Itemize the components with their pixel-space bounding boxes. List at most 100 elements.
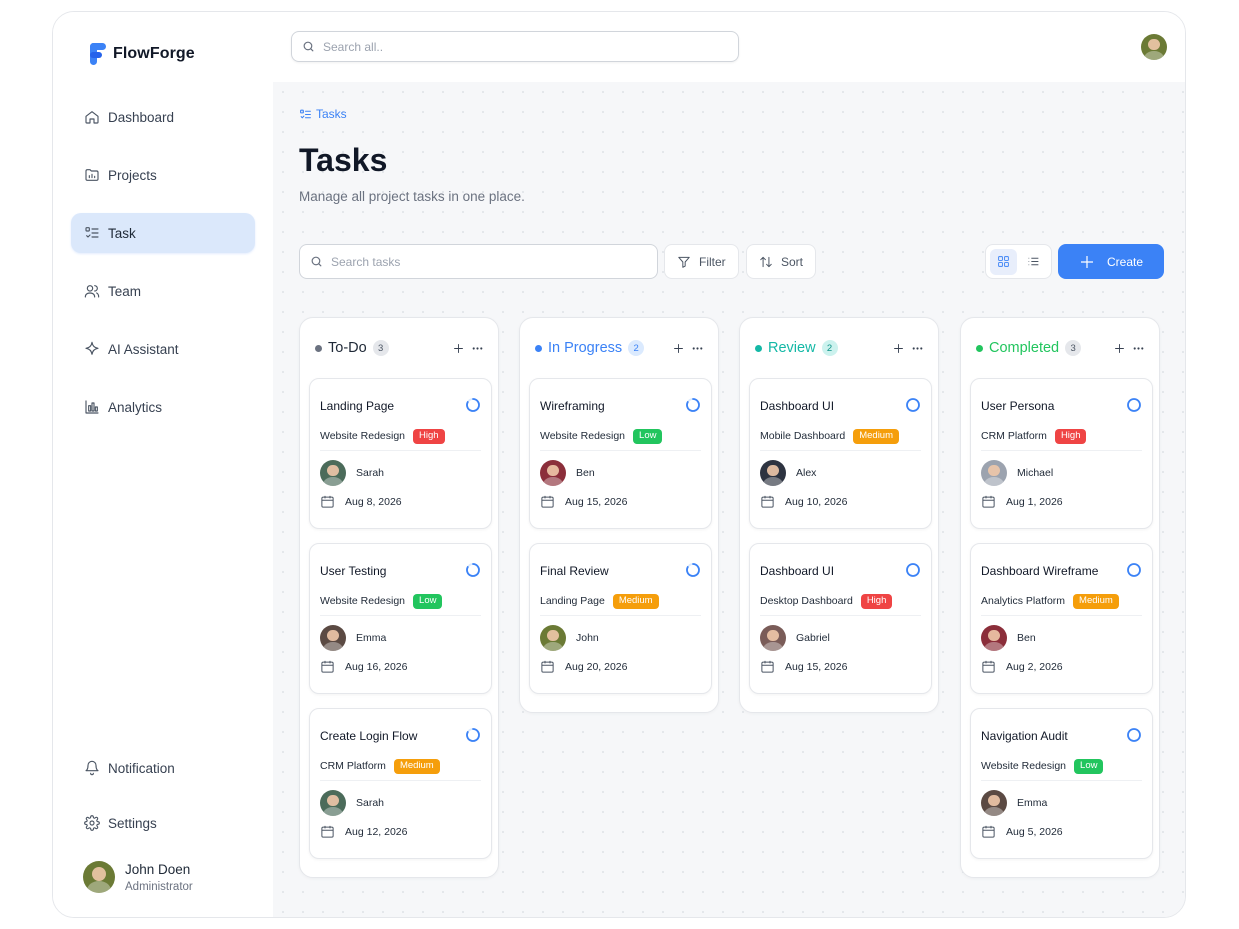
column-cards: Dashboard UI Mobile Dashboard Medium Alex Au…: [740, 378, 938, 712]
assignee-name: Emma: [356, 632, 387, 644]
in-progress-status-icon[interactable]: [465, 397, 481, 413]
brand[interactable]: FlowForge: [89, 42, 195, 66]
column-cards: Landing Page Website Redesign High Sarah Aug…: [300, 378, 498, 877]
task-assignee: Alex: [760, 460, 816, 486]
sidebar-nav: Dashboard Projects Task Team AI Assistan…: [71, 97, 255, 445]
sidebar-item-task[interactable]: Task: [71, 213, 255, 253]
column-status-dot: [535, 344, 542, 352]
task-card[interactable]: Dashboard UI Mobile Dashboard Medium Alex Au…: [749, 378, 932, 529]
sidebar-item-analytics[interactable]: Analytics: [71, 387, 255, 427]
in-progress-status-icon[interactable]: [685, 397, 701, 413]
task-title: Dashboard UI: [760, 564, 835, 578]
task-due-date: Aug 15, 2026: [760, 659, 847, 674]
task-project: Analytics Platform: [981, 595, 1066, 608]
task-card[interactable]: Navigation Audit Website Redesign Low Emma A…: [970, 708, 1153, 859]
task-card[interactable]: Final Review Landing Page Medium John Aug 20…: [529, 543, 712, 694]
user-name: John Doen: [125, 861, 191, 877]
sidebar-item-settings[interactable]: Settings: [71, 803, 255, 843]
add-task-icon[interactable]: [892, 342, 905, 355]
status-ring-icon[interactable]: [1126, 397, 1142, 413]
create-button[interactable]: Create: [1058, 244, 1164, 279]
more-options-icon[interactable]: [1132, 342, 1145, 355]
task-card[interactable]: Dashboard UI Desktop Dashboard High Gabriel…: [749, 543, 932, 694]
task-due-date: Aug 12, 2026: [320, 824, 407, 839]
status-ring-icon[interactable]: [1126, 727, 1142, 743]
status-ring-icon[interactable]: [905, 397, 921, 413]
in-progress-status-icon[interactable]: [685, 562, 701, 578]
add-task-icon[interactable]: [452, 342, 465, 355]
sidebar-item-team[interactable]: Team: [71, 271, 255, 311]
priority-badge: Medium: [612, 594, 659, 609]
avatar: [320, 625, 346, 651]
kanban-column-completed: Completed 3 User Persona CRM Platform High Mi…: [960, 317, 1160, 878]
task-due-date: Aug 2, 2026: [981, 659, 1063, 674]
sidebar-item-ai-assistant[interactable]: AI Assistant: [71, 329, 255, 369]
calendar-icon: [321, 495, 334, 508]
column-header: Completed 3: [961, 318, 1159, 378]
user-profile[interactable]: John Doen Administrator: [83, 861, 193, 893]
list-icon: [1028, 257, 1039, 266]
assignee-name: Michael: [1017, 467, 1054, 479]
task-assignee: Ben: [981, 625, 1036, 651]
grid-view-button[interactable]: [990, 248, 1017, 275]
filter-button[interactable]: Filter: [664, 244, 739, 279]
task-project: Website Redesign: [540, 430, 626, 443]
view-toggle: [985, 244, 1052, 279]
task-card[interactable]: User Testing Website Redesign Low Emma Aug 1…: [309, 543, 492, 694]
card-divider: [320, 450, 481, 451]
sort-icon: [760, 256, 772, 267]
task-assignee: Emma: [981, 790, 1047, 816]
task-card[interactable]: User Persona CRM Platform High Michael Aug 1…: [970, 378, 1153, 529]
task-due-date: Aug 20, 2026: [540, 659, 627, 674]
list-view-button[interactable]: [1021, 249, 1048, 275]
avatar: [760, 625, 786, 651]
priority-badge: Medium: [853, 429, 900, 444]
task-search-input[interactable]: [331, 254, 644, 269]
more-options-icon[interactable]: [691, 342, 704, 355]
in-progress-status-icon[interactable]: [465, 727, 481, 743]
task-search[interactable]: [299, 244, 658, 279]
add-task-icon[interactable]: [672, 342, 685, 355]
column-status-dot: [976, 344, 983, 352]
task-title: User Testing: [320, 564, 387, 578]
calendar-icon: [761, 660, 774, 673]
column-actions: [1113, 342, 1145, 355]
sidebar-item-projects[interactable]: Projects: [71, 155, 255, 195]
column-actions: [892, 342, 924, 355]
breadcrumb[interactable]: Tasks: [299, 107, 347, 121]
sort-label: Sort: [781, 254, 804, 269]
task-card[interactable]: Create Login Flow CRM Platform Medium Sarah…: [309, 708, 492, 859]
priority-badge: High: [860, 594, 893, 609]
column-header: In Progress 2: [520, 318, 718, 378]
in-progress-status-icon[interactable]: [465, 562, 481, 578]
task-card[interactable]: Landing Page Website Redesign High Sarah Aug…: [309, 378, 492, 529]
more-options-icon[interactable]: [911, 342, 924, 355]
task-project: Website Redesign: [320, 430, 406, 443]
avatar: [540, 460, 566, 486]
sort-button[interactable]: Sort: [746, 244, 817, 279]
task-list-icon: [300, 109, 311, 119]
card-divider: [320, 615, 481, 616]
card-divider: [760, 450, 921, 451]
more-options-icon[interactable]: [471, 342, 484, 355]
assignee-name: Gabriel: [796, 632, 830, 644]
status-ring-icon[interactable]: [1126, 562, 1142, 578]
avatar: [981, 460, 1007, 486]
add-task-icon[interactable]: [1113, 342, 1126, 355]
column-cards: Wireframing Website Redesign Low Ben Aug 15,…: [520, 378, 718, 712]
task-assignee: Gabriel: [760, 625, 830, 651]
task-card[interactable]: Wireframing Website Redesign Low Ben Aug 15,…: [529, 378, 712, 529]
kanban-column-review: Review 2 Dashboard UI Mobile Dashboard Mediu…: [739, 317, 939, 713]
avatar[interactable]: [1141, 34, 1167, 60]
sidebar-item-notification[interactable]: Notification: [71, 748, 255, 788]
status-ring-icon[interactable]: [905, 562, 921, 578]
sidebar-item-dashboard[interactable]: Dashboard: [71, 97, 255, 137]
column-status-dot: [755, 344, 762, 352]
global-search[interactable]: [291, 31, 739, 62]
task-title: Dashboard Wireframe: [981, 564, 1099, 578]
avatar: [981, 790, 1007, 816]
task-card[interactable]: Dashboard Wireframe Analytics Platform Med…: [970, 543, 1153, 694]
global-search-input[interactable]: [323, 39, 716, 54]
task-project: Website Redesign: [981, 760, 1067, 773]
kanban-column-to-do: To-Do 3 Landing Page Website Redesign High Sa…: [299, 317, 499, 878]
